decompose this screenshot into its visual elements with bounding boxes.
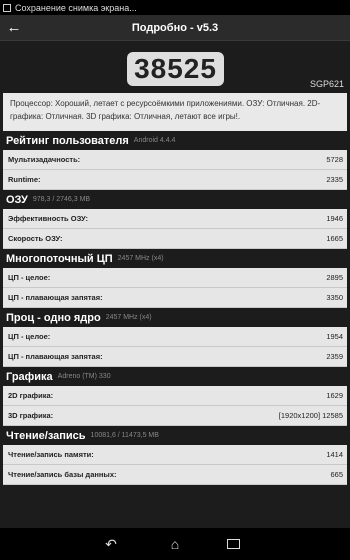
result-row: ЦП - целое: 1954 [3, 327, 347, 347]
section-header: Проц - одно ядро 2457 MHz (x4) [0, 308, 350, 327]
nav-home-icon[interactable]: ⌂ [163, 536, 187, 552]
section-header: Многопоточный ЦП 2457 MHz (x4) [0, 249, 350, 268]
section-subtitle: 10081,6 / 11473,5 MB [90, 432, 159, 439]
result-value: [1920x1200] 12585 [278, 411, 343, 420]
result-row: 3D графика: [1920x1200] 12585 [3, 406, 347, 426]
results-list: Рейтинг пользователя Android 4.4.4 Мультиз… [0, 131, 350, 485]
result-row: ЦП - плавающая запятая: 2359 [3, 347, 347, 367]
nav-recents-icon[interactable] [227, 539, 251, 549]
result-label: ЦП - целое: [8, 273, 51, 282]
result-value: 1946 [326, 214, 343, 223]
total-score: 38525 [127, 52, 224, 86]
navigation-bar: ↶ ⌂ [0, 528, 350, 560]
status-bar: Сохранение снимка экрана... [0, 0, 350, 15]
device-model: SGP621 [309, 79, 344, 89]
back-arrow-icon[interactable]: ← [0, 15, 28, 40]
section-subtitle: 2457 MHz (x4) [117, 255, 164, 262]
result-row: Мультизадачность: 5728 [3, 150, 347, 170]
result-value: 2335 [326, 175, 343, 184]
title-bar: ← Подробно - v5.3 [0, 15, 350, 41]
section-title: Чтение/запись [6, 429, 86, 442]
section-header: Рейтинг пользователя Android 4.4.4 [0, 131, 350, 150]
section-title: Многопоточный ЦП [6, 252, 113, 265]
result-label: Эффективность ОЗУ: [8, 214, 88, 223]
result-value: 665 [330, 470, 343, 479]
result-value: 2895 [326, 273, 343, 282]
section-subtitle: 2457 MHz (x4) [105, 314, 152, 321]
summary-text: Процессор: Хороший, летает с ресурсоёмки… [3, 93, 347, 131]
section-header: Графика Adreno (TM) 330 [0, 367, 350, 386]
result-label: ЦП - плавающая запятая: [8, 293, 103, 302]
result-label: ЦП - плавающая запятая: [8, 352, 103, 361]
result-label: Мультизадачность: [8, 155, 81, 164]
result-label: 3D графика: [8, 411, 54, 420]
result-row: Чтение/запись базы данных: 665 [3, 465, 347, 485]
result-value: 3350 [326, 293, 343, 302]
result-value: 5728 [326, 155, 343, 164]
result-label: Runtime: [8, 175, 41, 184]
result-value: 1954 [326, 332, 343, 341]
section-header: ОЗУ 978,3 / 2746,3 MB [0, 190, 350, 209]
result-label: ЦП - целое: [8, 332, 51, 341]
status-notification-text: Сохранение снимка экрана... [15, 2, 137, 13]
result-row: ЦП - плавающая запятая: 3350 [3, 288, 347, 308]
result-value: 1629 [326, 391, 343, 400]
section-title: Графика [6, 370, 53, 383]
screenshot-notification-icon [3, 3, 11, 12]
section-header: Чтение/запись 10081,6 / 11473,5 MB [0, 426, 350, 445]
result-label: Скорость ОЗУ: [8, 234, 63, 243]
score-area: 38525 SGP621 [0, 41, 350, 93]
result-label: Чтение/запись базы данных: [8, 470, 117, 479]
result-label: 2D графика: [8, 391, 54, 400]
result-row: 2D графика: 1629 [3, 386, 347, 406]
nav-back-icon[interactable]: ↶ [99, 536, 123, 553]
result-value: 1665 [326, 234, 343, 243]
result-row: Скорость ОЗУ: 1665 [3, 229, 347, 249]
result-row: Эффективность ОЗУ: 1946 [3, 209, 347, 229]
result-label: Чтение/запись памяти: [8, 450, 94, 459]
section-subtitle: 978,3 / 2746,3 MB [32, 196, 91, 203]
result-value: 1414 [326, 450, 343, 459]
result-row: ЦП - целое: 2895 [3, 268, 347, 288]
section-title: ОЗУ [6, 193, 28, 206]
section-title: Рейтинг пользователя [6, 134, 129, 147]
section-subtitle: Android 4.4.4 [133, 137, 176, 144]
page-title: Подробно - v5.3 [131, 21, 219, 34]
result-row: Чтение/запись памяти: 1414 [3, 445, 347, 465]
result-value: 2359 [326, 352, 343, 361]
section-title: Проц - одно ядро [6, 311, 101, 324]
result-row: Runtime: 2335 [3, 170, 347, 190]
section-subtitle: Adreno (TM) 330 [57, 373, 111, 380]
